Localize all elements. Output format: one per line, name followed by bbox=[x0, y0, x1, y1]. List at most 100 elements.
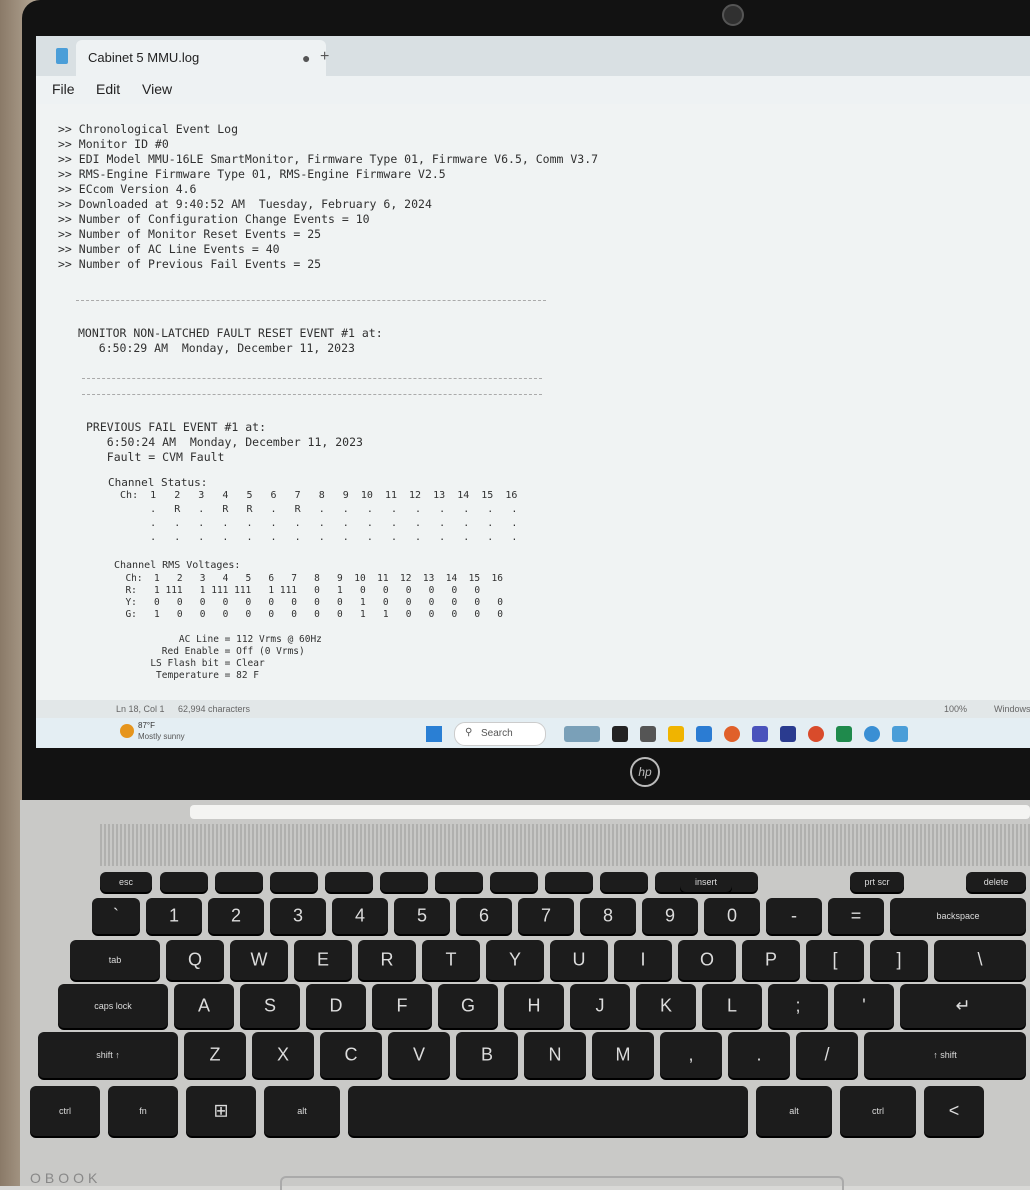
key-i[interactable]: I bbox=[614, 940, 672, 980]
key-n[interactable]: N bbox=[524, 1032, 586, 1078]
unsaved-dot-icon[interactable]: ● bbox=[302, 50, 310, 66]
text-editor[interactable]: >> Chronological Event Log >> Monitor ID… bbox=[36, 104, 1030, 700]
key-e[interactable]: E bbox=[294, 940, 352, 980]
key-semicolon[interactable]: ; bbox=[768, 984, 828, 1028]
key-q[interactable]: Q bbox=[166, 940, 224, 980]
taskbar-search[interactable]: ⚲ Search bbox=[454, 722, 546, 746]
key-j[interactable]: J bbox=[570, 984, 630, 1028]
key-right-ctrl[interactable]: ctrl bbox=[840, 1086, 916, 1136]
key-f[interactable]: F bbox=[372, 984, 432, 1028]
key-minus[interactable]: - bbox=[766, 898, 822, 934]
key-m[interactable]: M bbox=[592, 1032, 654, 1078]
key-left-arrow[interactable]: < bbox=[924, 1086, 984, 1136]
key-fn[interactable]: fn bbox=[108, 1086, 178, 1136]
key-u[interactable]: U bbox=[550, 940, 608, 980]
key-delete[interactable]: delete bbox=[966, 872, 1026, 892]
key-h[interactable]: H bbox=[504, 984, 564, 1028]
firefox-icon[interactable] bbox=[724, 726, 740, 742]
key-period[interactable]: . bbox=[728, 1032, 790, 1078]
key-right-alt[interactable]: alt bbox=[756, 1086, 832, 1136]
task-view-icon[interactable] bbox=[612, 726, 628, 742]
menu-edit[interactable]: Edit bbox=[96, 81, 120, 97]
chrome-icon[interactable] bbox=[808, 726, 824, 742]
key-l[interactable]: L bbox=[702, 984, 762, 1028]
file-explorer-icon[interactable] bbox=[668, 726, 684, 742]
key-f3[interactable] bbox=[270, 872, 318, 892]
key-enter[interactable]: ↵ bbox=[900, 984, 1026, 1028]
key-6[interactable]: 6 bbox=[456, 898, 512, 934]
key-0[interactable]: 0 bbox=[704, 898, 760, 934]
trackpad[interactable] bbox=[280, 1176, 844, 1190]
key-7[interactable]: 7 bbox=[518, 898, 574, 934]
key-f8[interactable] bbox=[545, 872, 593, 892]
key-esc[interactable]: esc bbox=[100, 872, 152, 892]
weather-condition[interactable]: Mostly sunny bbox=[138, 732, 185, 741]
key-9[interactable]: 9 bbox=[642, 898, 698, 934]
line-ending[interactable]: Windows bbox=[994, 704, 1030, 714]
key-8[interactable]: 8 bbox=[580, 898, 636, 934]
key-f9[interactable] bbox=[600, 872, 648, 892]
key-v[interactable]: V bbox=[388, 1032, 450, 1078]
teams-icon[interactable] bbox=[752, 726, 768, 742]
edge-icon[interactable] bbox=[864, 726, 880, 742]
key-z[interactable]: Z bbox=[184, 1032, 246, 1078]
key-1[interactable]: 1 bbox=[146, 898, 202, 934]
key-2[interactable]: 2 bbox=[208, 898, 264, 934]
key-f7[interactable] bbox=[490, 872, 538, 892]
key-prtscr[interactable]: prt scr bbox=[850, 872, 904, 892]
key-t[interactable]: T bbox=[422, 940, 480, 980]
key-left-ctrl[interactable]: ctrl bbox=[30, 1086, 100, 1136]
key-a[interactable]: A bbox=[174, 984, 234, 1028]
key-space[interactable] bbox=[348, 1086, 748, 1136]
key-s[interactable]: S bbox=[240, 984, 300, 1028]
key-backspace[interactable]: backspace bbox=[890, 898, 1026, 934]
key-p[interactable]: P bbox=[742, 940, 800, 980]
new-tab-button[interactable]: + bbox=[320, 48, 329, 66]
key-backslash[interactable]: \ bbox=[934, 940, 1026, 980]
key-left-shift[interactable]: shift ↑ bbox=[38, 1032, 178, 1078]
key-d[interactable]: D bbox=[306, 984, 366, 1028]
key-f6[interactable] bbox=[435, 872, 483, 892]
key-right-shift[interactable]: ↑ shift bbox=[864, 1032, 1026, 1078]
zoom-level[interactable]: 100% bbox=[944, 704, 967, 714]
key-o[interactable]: O bbox=[678, 940, 736, 980]
key-c[interactable]: C bbox=[320, 1032, 382, 1078]
key-backtick[interactable]: ` bbox=[92, 898, 140, 934]
key-caps-lock[interactable]: caps lock bbox=[58, 984, 168, 1028]
key-equals[interactable]: = bbox=[828, 898, 884, 934]
key-slash[interactable]: / bbox=[796, 1032, 858, 1078]
key-left-alt[interactable]: alt bbox=[264, 1086, 340, 1136]
windows-start-icon[interactable] bbox=[426, 726, 442, 742]
weather-sun-icon[interactable] bbox=[120, 724, 134, 738]
outlook-icon[interactable] bbox=[696, 726, 712, 742]
key-5[interactable]: 5 bbox=[394, 898, 450, 934]
amazon-icon[interactable] bbox=[780, 726, 796, 742]
weather-temp[interactable]: 87°F bbox=[138, 721, 155, 730]
key-b[interactable]: B bbox=[456, 1032, 518, 1078]
key-f2[interactable] bbox=[215, 872, 263, 892]
key-tab[interactable]: tab bbox=[70, 940, 160, 980]
key-x[interactable]: X bbox=[252, 1032, 314, 1078]
tab-cabinet-log[interactable]: Cabinet 5 MMU.log ● bbox=[76, 40, 326, 76]
key-right-bracket[interactable]: ] bbox=[870, 940, 928, 980]
key-k[interactable]: K bbox=[636, 984, 696, 1028]
excel-icon[interactable] bbox=[836, 726, 852, 742]
key-f4[interactable] bbox=[325, 872, 373, 892]
key-3[interactable]: 3 bbox=[270, 898, 326, 934]
key-f5[interactable] bbox=[380, 872, 428, 892]
notepad-taskbar-icon[interactable] bbox=[892, 726, 908, 742]
key-left-bracket[interactable]: [ bbox=[806, 940, 864, 980]
key-r[interactable]: R bbox=[358, 940, 416, 980]
key-comma[interactable]: , bbox=[660, 1032, 722, 1078]
key-windows-icon[interactable]: ⊞ bbox=[186, 1086, 256, 1136]
key-y[interactable]: Y bbox=[486, 940, 544, 980]
key-4[interactable]: 4 bbox=[332, 898, 388, 934]
key-f1[interactable] bbox=[160, 872, 208, 892]
key-insert[interactable]: insert bbox=[680, 872, 732, 892]
key-quote[interactable]: ' bbox=[834, 984, 894, 1028]
widget-icon[interactable] bbox=[564, 726, 600, 742]
key-g[interactable]: G bbox=[438, 984, 498, 1028]
menu-view[interactable]: View bbox=[142, 81, 172, 97]
key-w[interactable]: W bbox=[230, 940, 288, 980]
calculator-icon[interactable] bbox=[640, 726, 656, 742]
